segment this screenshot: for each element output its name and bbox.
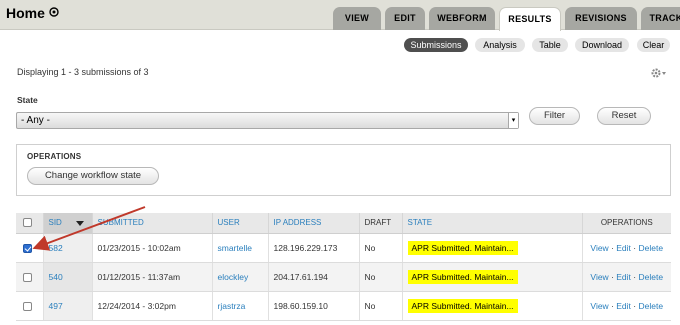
view-link[interactable]: View xyxy=(590,301,608,311)
subtab-table[interactable]: Table xyxy=(532,38,568,52)
subtab-submissions[interactable]: Submissions xyxy=(404,38,468,52)
draft-cell: No xyxy=(359,233,403,263)
submitted-cell: 12/24/2014 - 3:02pm xyxy=(92,291,213,321)
state-badge: APR Submitted. Maintain... xyxy=(407,298,518,313)
column-label-sid: SID xyxy=(48,218,62,228)
operations-panel: OPERATIONS Change workflow state xyxy=(16,144,671,196)
column-header-draft: DRAFT xyxy=(359,213,403,234)
submissions-table: SID SUBMITTED USER IP ADDRESS DRAFT STAT… xyxy=(16,213,671,321)
table-row: 497 12/24/2014 - 3:02pm rjastrza 198.60.… xyxy=(16,291,671,321)
draft-cell: No xyxy=(359,262,403,292)
tab-revisions[interactable]: REVISIONS xyxy=(565,7,637,30)
header-bar: Home VIEW EDIT WEBFORM RESULTS REVISIONS… xyxy=(0,0,680,31)
delete-link[interactable]: Delete xyxy=(638,301,663,311)
column-header-user[interactable]: USER xyxy=(212,213,269,234)
ip-address-cell: 204.17.61.194 xyxy=(268,262,360,292)
filter-button[interactable]: Filter xyxy=(529,107,580,125)
tab-results[interactable]: RESULTS xyxy=(499,7,561,31)
ip-address-cell: 128.196.229.173 xyxy=(268,233,360,263)
state-badge: APR Submitted. Maintain... xyxy=(407,240,518,255)
select-all-header xyxy=(16,213,44,234)
delete-link[interactable]: Delete xyxy=(638,272,663,282)
tab-track[interactable]: TRACK xyxy=(641,7,680,30)
column-header-ip-address[interactable]: IP ADDRESS xyxy=(268,213,360,234)
tab-webform[interactable]: WEBFORM xyxy=(429,7,495,30)
row-checkbox[interactable] xyxy=(23,272,32,282)
ip-address-cell: 198.60.159.10 xyxy=(268,291,360,321)
draft-cell: No xyxy=(359,291,403,321)
results-summary: Displaying 1 - 3 submissions of 3 xyxy=(17,67,149,77)
user-link[interactable]: smartelle xyxy=(218,243,252,253)
table-row: 540 01/12/2015 - 11:37am elockley 204.17… xyxy=(16,262,671,292)
operations-title: OPERATIONS xyxy=(27,152,82,161)
state-filter-label: State xyxy=(17,95,38,105)
subtab-clear[interactable]: Clear xyxy=(637,38,670,52)
operations-cell: View · Edit · Delete xyxy=(582,262,671,292)
subtab-analysis[interactable]: Analysis xyxy=(475,38,525,52)
select-all-checkbox[interactable] xyxy=(23,218,32,228)
table-row: 582 01/23/2015 - 10:02am smartelle 128.1… xyxy=(16,233,671,263)
sid-link[interactable]: 582 xyxy=(49,243,63,253)
chevron-down-icon: ▾ xyxy=(508,113,518,128)
column-header-operations: OPERATIONS xyxy=(582,213,671,234)
state-select-value: - Any - xyxy=(21,115,50,126)
submitted-cell: 01/23/2015 - 10:02am xyxy=(92,233,213,263)
column-header-sid[interactable]: SID xyxy=(43,213,93,234)
view-link[interactable]: View xyxy=(590,243,608,253)
row-checkbox[interactable] xyxy=(23,301,32,311)
user-link[interactable]: elockley xyxy=(218,272,249,282)
subtab-download[interactable]: Download xyxy=(575,38,629,52)
operations-cell: View · Edit · Delete xyxy=(582,233,671,263)
edit-link[interactable]: Edit xyxy=(616,272,631,282)
edit-link[interactable]: Edit xyxy=(616,243,631,253)
operations-cell: View · Edit · Delete xyxy=(582,291,671,321)
change-workflow-state-button[interactable]: Change workflow state xyxy=(27,167,159,185)
user-link[interactable]: rjastrza xyxy=(218,301,246,311)
edit-link[interactable]: Edit xyxy=(616,301,631,311)
sid-link[interactable]: 497 xyxy=(49,301,63,311)
reset-button[interactable]: Reset xyxy=(597,107,651,125)
plus-circle-icon[interactable] xyxy=(49,7,59,17)
row-checkbox[interactable] xyxy=(23,243,32,253)
sort-desc-icon xyxy=(75,220,84,226)
sid-link[interactable]: 540 xyxy=(49,272,63,282)
table-header-row: SID SUBMITTED USER IP ADDRESS DRAFT STAT… xyxy=(16,213,671,234)
state-select[interactable]: - Any - ▾ xyxy=(16,112,519,129)
submitted-cell: 01/12/2015 - 11:37am xyxy=(92,262,213,292)
page-title: Home xyxy=(6,5,45,21)
state-badge: APR Submitted. Maintain... xyxy=(407,269,518,284)
gear-icon[interactable] xyxy=(651,67,667,79)
column-header-state[interactable]: STATE xyxy=(402,213,583,234)
tab-edit[interactable]: EDIT xyxy=(385,7,425,30)
tab-view[interactable]: VIEW xyxy=(333,7,381,30)
delete-link[interactable]: Delete xyxy=(638,243,663,253)
view-link[interactable]: View xyxy=(590,272,608,282)
column-header-submitted[interactable]: SUBMITTED xyxy=(92,213,213,234)
